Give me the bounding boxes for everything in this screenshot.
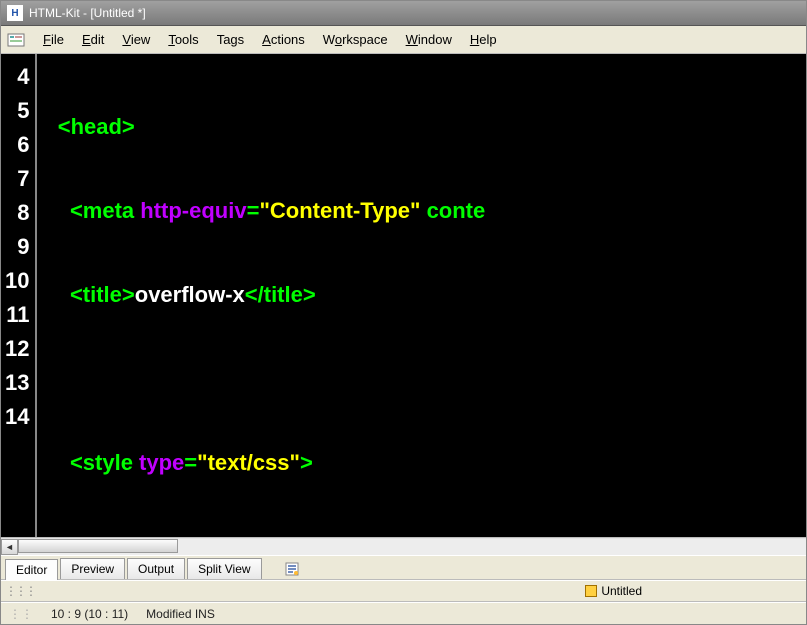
code-editor[interactable]: <head> <meta http-equiv="Content-Type" c… xyxy=(37,54,806,537)
app-icon: H xyxy=(7,5,23,21)
window-title: HTML-Kit - [Untitled *] xyxy=(29,6,146,20)
document-bar: ⋮⋮⋮ Untitled xyxy=(1,580,806,602)
menu-tags[interactable]: Tags xyxy=(209,30,252,49)
scroll-left-arrow-icon[interactable]: ◄ xyxy=(1,539,18,555)
tab-editor[interactable]: Editor xyxy=(5,559,58,580)
menu-help[interactable]: Help xyxy=(462,30,505,49)
line-number: 13 xyxy=(5,366,29,400)
titlebar: H HTML-Kit - [Untitled *] xyxy=(1,1,806,26)
line-number: 8 xyxy=(5,196,29,230)
scroll-track[interactable] xyxy=(18,539,806,555)
menubar: File Edit View Tools Tags Actions Worksp… xyxy=(1,26,806,54)
scroll-thumb[interactable] xyxy=(18,539,178,553)
cursor-position: 10 : 9 (10 : 11) xyxy=(51,607,128,621)
toolbar-icon[interactable] xyxy=(7,31,25,49)
line-number: 4 xyxy=(5,60,29,94)
line-gutter: 4 5 6 7 8 9 10 11 12 13 14 xyxy=(1,54,37,537)
editor-mode: Modified INS xyxy=(146,607,215,621)
line-number xyxy=(5,434,29,468)
line-number: 11 xyxy=(5,298,29,332)
horizontal-scrollbar[interactable]: ◄ xyxy=(1,537,806,555)
line-number: 12 xyxy=(5,332,29,366)
menu-file[interactable]: File xyxy=(35,30,72,49)
line-number: 9 xyxy=(5,230,29,264)
grip-icon: ⋮⋮⋮ xyxy=(5,584,35,598)
document-tab[interactable]: Untitled xyxy=(585,584,642,598)
tab-tool-icon[interactable] xyxy=(284,561,300,577)
tab-preview[interactable]: Preview xyxy=(60,558,125,579)
status-grip-icon: ⋮⋮ xyxy=(9,607,33,621)
line-number: 14 xyxy=(5,400,29,434)
line-number: 6 xyxy=(5,128,29,162)
editor-area[interactable]: 4 5 6 7 8 9 10 11 12 13 14 <head> <meta … xyxy=(1,54,806,537)
line-number: 10 xyxy=(5,264,29,298)
tab-split-view[interactable]: Split View xyxy=(187,558,261,579)
menu-view[interactable]: View xyxy=(114,30,158,49)
statusbar: ⋮⋮ 10 : 9 (10 : 11) Modified INS xyxy=(1,602,806,624)
view-tabs: Editor Preview Output Split View xyxy=(1,555,806,580)
menu-actions[interactable]: Actions xyxy=(254,30,313,49)
menu-tools[interactable]: Tools xyxy=(160,30,206,49)
document-icon xyxy=(585,585,597,597)
line-number: 7 xyxy=(5,162,29,196)
menu-edit[interactable]: Edit xyxy=(74,30,112,49)
tab-output[interactable]: Output xyxy=(127,558,185,579)
document-name: Untitled xyxy=(601,584,642,598)
menu-window[interactable]: Window xyxy=(398,30,460,49)
line-number: 5 xyxy=(5,94,29,128)
menu-workspace[interactable]: Workspace xyxy=(315,30,396,49)
